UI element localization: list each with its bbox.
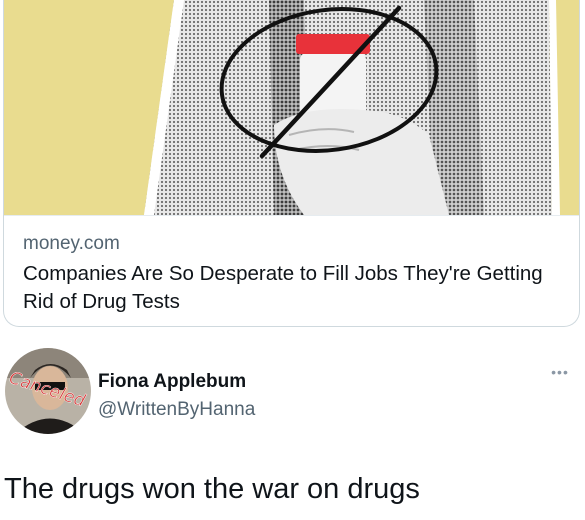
- link-card-meta[interactable]: money.com Companies Are So Desperate to …: [4, 215, 579, 326]
- tweet-header: Canceled Fiona Applebum @WrittenByHanna …: [0, 344, 585, 444]
- link-card-domain: money.com: [23, 233, 120, 254]
- link-card-image[interactable]: [4, 0, 579, 215]
- display-name[interactable]: Fiona Applebum: [98, 371, 246, 393]
- tweet-text: The drugs won the war on drugs: [4, 473, 420, 505]
- link-card-title: Companies Are So Desperate to Fill Jobs …: [23, 262, 543, 313]
- link-card[interactable]: money.com Companies Are So Desperate to …: [3, 0, 580, 327]
- avatar-image: Canceled: [5, 348, 91, 434]
- drug-test-cup-crossed-out-image: [4, 0, 579, 215]
- avatar[interactable]: Canceled: [5, 348, 91, 434]
- more-dots-icon[interactable]: •••: [545, 364, 575, 384]
- user-handle[interactable]: @WrittenByHanna: [98, 399, 255, 421]
